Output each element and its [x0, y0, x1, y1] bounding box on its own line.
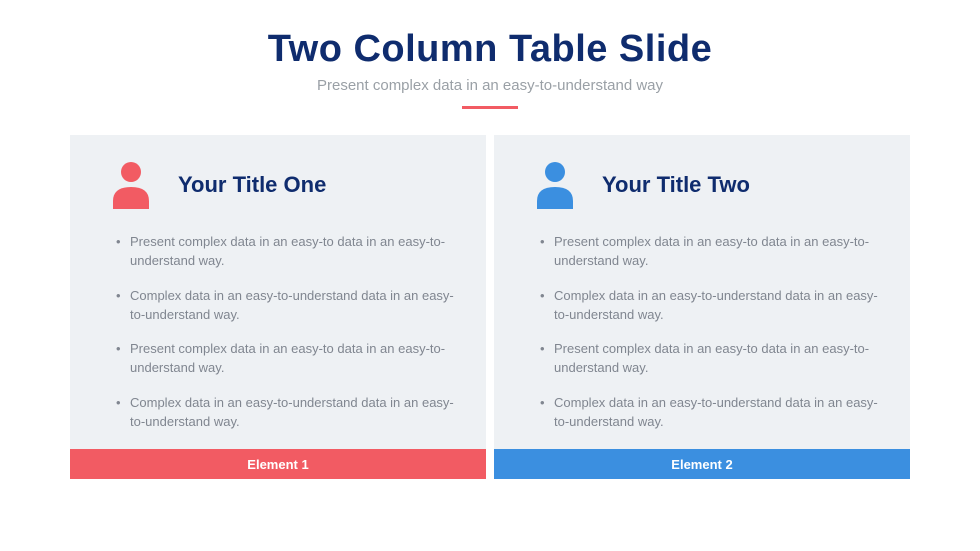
list-item: Present complex data in an easy-to data … — [116, 340, 456, 378]
card-1: Your Title One Present complex data in a… — [70, 135, 486, 449]
column-2-footer: Element 2 — [494, 449, 910, 479]
card-2-header: Your Title Two — [524, 161, 880, 209]
list-item: Present complex data in an easy-to data … — [540, 340, 880, 378]
card-1-title: Your Title One — [178, 172, 326, 198]
card-2: Your Title Two Present complex data in a… — [494, 135, 910, 449]
title-divider — [462, 106, 518, 109]
list-item: Present complex data in an easy-to data … — [116, 233, 456, 271]
column-2: Your Title Two Present complex data in a… — [494, 135, 910, 479]
list-item: Complex data in an easy-to-understand da… — [116, 394, 456, 432]
list-item: Present complex data in an easy-to data … — [540, 233, 880, 271]
card-1-header: Your Title One — [100, 161, 456, 209]
slide-container: Two Column Table Slide Present complex d… — [0, 0, 980, 551]
column-1-footer: Element 1 — [70, 449, 486, 479]
card-1-bullets: Present complex data in an easy-to data … — [100, 233, 456, 432]
columns-container: Your Title One Present complex data in a… — [70, 135, 910, 479]
list-item: Complex data in an easy-to-understand da… — [540, 287, 880, 325]
list-item: Complex data in an easy-to-understand da… — [116, 287, 456, 325]
person-icon — [534, 161, 576, 209]
card-2-title: Your Title Two — [602, 172, 750, 198]
column-1: Your Title One Present complex data in a… — [70, 135, 486, 479]
person-icon — [110, 161, 152, 209]
list-item: Complex data in an easy-to-understand da… — [540, 394, 880, 432]
card-2-bullets: Present complex data in an easy-to data … — [524, 233, 880, 432]
slide-subtitle: Present complex data in an easy-to-under… — [317, 77, 663, 94]
slide-title: Two Column Table Slide — [268, 28, 713, 71]
